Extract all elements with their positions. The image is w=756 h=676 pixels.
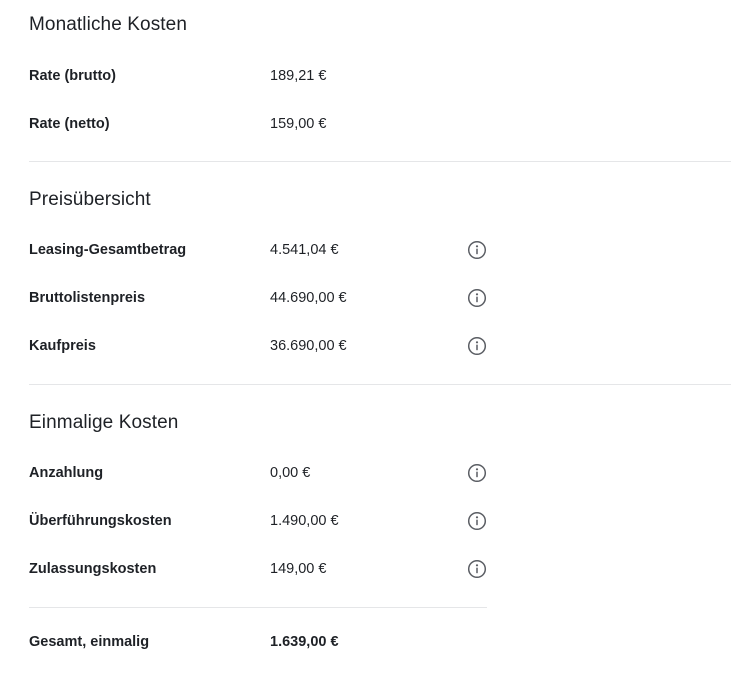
- total-label: Gesamt, einmalig: [29, 634, 150, 650]
- row-label: Anzahlung: [29, 465, 104, 481]
- row-kaufpreis: Kaufpreis 36.690,00 €: [29, 336, 731, 360]
- row-label: Zulassungskosten: [29, 561, 157, 577]
- row-value: 0,00 €: [270, 465, 311, 481]
- section-title-monthly: Monatliche Kosten: [29, 14, 188, 35]
- info-circle-icon[interactable]: [467, 288, 487, 308]
- row-label: Kaufpreis: [29, 338, 96, 354]
- row-bruttolistenpreis: Bruttolistenpreis 44.690,00 €: [29, 288, 731, 312]
- section-divider: [29, 384, 731, 385]
- total-divider: [29, 607, 487, 608]
- row-label: Bruttolistenpreis: [29, 290, 146, 306]
- row-leasing-gesamtbetrag: Leasing-Gesamtbetrag 4.541,04 €: [29, 240, 731, 264]
- info-circle-icon[interactable]: [467, 463, 487, 483]
- row-ueberfuehrungskosten: Überführungskosten 1.490,00 €: [29, 511, 731, 535]
- row-value: 189,21 €: [270, 68, 327, 84]
- total-value: 1.639,00 €: [270, 634, 339, 650]
- row-gesamt-einmalig: Gesamt, einmalig 1.639,00 €: [29, 632, 731, 656]
- row-zulassungskosten: Zulassungskosten 149,00 €: [29, 559, 731, 583]
- row-value: 44.690,00 €: [270, 290, 347, 306]
- info-circle-icon[interactable]: [467, 336, 487, 356]
- row-rate-brutto: Rate (brutto) 189,21 €: [29, 66, 731, 90]
- info-circle-icon[interactable]: [467, 240, 487, 260]
- row-label: Rate (brutto): [29, 68, 116, 84]
- row-anzahlung: Anzahlung 0,00 €: [29, 463, 731, 487]
- section-divider: [29, 161, 731, 162]
- row-value: 149,00 €: [270, 561, 327, 577]
- row-value: 4.541,04 €: [270, 242, 339, 258]
- row-value: 159,00 €: [270, 116, 327, 132]
- section-title-onetime: Einmalige Kosten: [29, 412, 179, 433]
- row-label: Rate (netto): [29, 116, 110, 132]
- row-value: 36.690,00 €: [270, 338, 347, 354]
- info-circle-icon[interactable]: [467, 559, 487, 579]
- row-value: 1.490,00 €: [270, 513, 339, 529]
- row-label: Leasing-Gesamtbetrag: [29, 242, 187, 258]
- section-title-prices: Preisübersicht: [29, 189, 151, 210]
- row-rate-netto: Rate (netto) 159,00 €: [29, 114, 731, 138]
- row-label: Überführungskosten: [29, 513, 172, 529]
- info-circle-icon[interactable]: [467, 511, 487, 531]
